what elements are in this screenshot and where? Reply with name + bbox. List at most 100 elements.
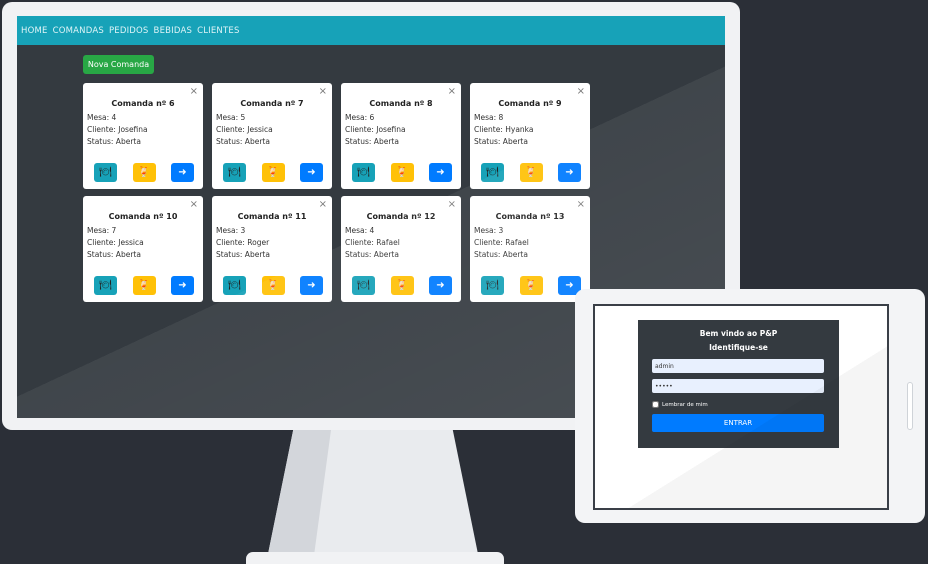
nova-comanda-button[interactable]: Nova Comanda [83,55,154,74]
comanda-title: Comanda nº 6 [111,99,175,108]
comanda-grid: × Comanda nº 6 Mesa: 4 Cliente: Josefina… [83,83,590,302]
comanda-cliente: Cliente: Josefina [345,125,406,134]
open-comanda-button[interactable]: ➜ [171,276,194,295]
drink-order-button[interactable]: 🍹 [519,163,543,182]
comanda-mesa: Mesa: 8 [474,113,504,122]
forward-arrow-icon: ➜ [178,167,187,178]
food-icon: 🍽 [357,280,370,291]
comanda-card: × Comanda nº 6 Mesa: 4 Cliente: Josefina… [83,83,203,189]
drink-order-button[interactable]: 🍹 [261,276,285,295]
comanda-mesa: Mesa: 7 [87,226,117,235]
comanda-title: Comanda nº 9 [498,99,562,108]
comanda-card: × Comanda nº 12 Mesa: 4 Cliente: Rafael … [341,196,461,302]
comanda-title: Comanda nº 8 [369,99,433,108]
remember-me[interactable]: Lembrar de mim [652,401,825,408]
login-panel: Bem vindo ao P&P Identifique-se Lembrar … [638,320,839,448]
food-icon: 🍽 [486,280,499,291]
open-comanda-button[interactable]: ➜ [171,163,194,182]
comanda-cliente: Cliente: Jessica [216,125,273,134]
open-comanda-button[interactable]: ➜ [429,276,452,295]
close-icon[interactable]: × [319,199,327,210]
drink-icon: 🍹 [266,280,280,291]
comanda-title: Comanda nº 12 [366,212,436,221]
drink-order-button[interactable]: 🍹 [132,276,156,295]
food-order-button[interactable]: 🍽 [223,163,246,182]
open-comanda-button[interactable]: ➜ [300,276,323,295]
password-input[interactable] [652,379,824,393]
comanda-status: Status: Aberta [87,250,141,259]
nav-item-pedidos[interactable]: PEDIDOS [109,26,149,36]
food-order-button[interactable]: 🍽 [352,276,375,295]
comanda-card: × Comanda nº 11 Mesa: 3 Cliente: Roger S… [212,196,332,302]
forward-arrow-icon: ➜ [436,167,445,178]
drink-order-button[interactable]: 🍹 [390,163,414,182]
comanda-status: Status: Aberta [216,250,270,259]
comanda-title: Comanda nº 13 [495,212,565,221]
comanda-cliente: Cliente: Rafael [345,238,400,247]
username-input[interactable] [652,359,824,373]
forward-arrow-icon: ➜ [307,167,316,178]
navbar: HOME COMANDAS PEDIDOS BEBIDAS CLIENTES [17,16,725,45]
drink-order-button[interactable]: 🍹 [132,163,156,182]
comanda-cliente: Cliente: Rafael [474,238,529,247]
comanda-card: × Comanda nº 7 Mesa: 5 Cliente: Jessica … [212,83,332,189]
nav-item-bebidas[interactable]: BEBIDAS [154,26,193,36]
food-icon: 🍽 [486,167,499,178]
comanda-title: Comanda nº 7 [240,99,304,108]
drink-icon: 🍹 [137,280,151,291]
drink-order-button[interactable]: 🍹 [390,276,414,295]
tablet-home-button [907,382,913,430]
food-order-button[interactable]: 🍽 [352,163,375,182]
forward-arrow-icon: ➜ [307,280,316,291]
comanda-mesa: Mesa: 3 [474,226,504,235]
drink-icon: 🍹 [266,167,280,178]
close-icon[interactable]: × [577,86,585,97]
open-comanda-button[interactable]: ➜ [300,163,323,182]
forward-arrow-icon: ➜ [565,280,574,291]
close-icon[interactable]: × [190,86,198,97]
food-order-button[interactable]: 🍽 [94,276,117,295]
close-icon[interactable]: × [577,199,585,210]
drink-icon: 🍹 [137,167,151,178]
forward-arrow-icon: ➜ [436,280,445,291]
food-icon: 🍽 [228,167,241,178]
drink-order-button[interactable]: 🍹 [519,276,543,295]
open-comanda-button[interactable]: ➜ [429,163,452,182]
nav-item-home[interactable]: HOME [21,26,48,36]
food-icon: 🍽 [228,280,241,291]
close-icon[interactable]: × [448,199,456,210]
food-order-button[interactable]: 🍽 [481,276,504,295]
food-order-button[interactable]: 🍽 [223,276,246,295]
drink-icon: 🍹 [524,280,538,291]
comanda-status: Status: Aberta [345,250,399,259]
login-identify: Identifique-se [709,343,768,352]
drink-icon: 🍹 [395,167,409,178]
comanda-card: × Comanda nº 9 Mesa: 8 Cliente: Hyanka S… [470,83,590,189]
drink-icon: 🍹 [395,280,409,291]
comanda-cliente: Cliente: Hyanka [474,125,534,134]
comanda-mesa: Mesa: 3 [216,226,246,235]
drink-order-button[interactable]: 🍹 [261,163,285,182]
monitor-stand-base [246,552,504,564]
comanda-status: Status: Aberta [87,137,141,146]
close-icon[interactable]: × [190,199,198,210]
remember-label: Lembrar de mim [662,401,708,408]
comanda-status: Status: Aberta [474,250,528,259]
comanda-card: × Comanda nº 8 Mesa: 6 Cliente: Josefina… [341,83,461,189]
nav-item-comandas[interactable]: COMANDAS [53,26,104,36]
comanda-mesa: Mesa: 4 [87,113,117,122]
remember-checkbox[interactable] [652,401,659,408]
close-icon[interactable]: × [448,86,456,97]
nav-item-clientes[interactable]: CLIENTES [197,26,239,36]
comanda-status: Status: Aberta [216,137,270,146]
comanda-card: × Comanda nº 10 Mesa: 7 Cliente: Jessica… [83,196,203,302]
close-icon[interactable]: × [319,86,327,97]
comanda-cliente: Cliente: Josefina [87,125,148,134]
open-comanda-button[interactable]: ➜ [558,163,581,182]
food-order-button[interactable]: 🍽 [481,163,504,182]
forward-arrow-icon: ➜ [565,167,574,178]
food-icon: 🍽 [357,167,370,178]
login-submit-button[interactable]: ENTRAR [652,414,824,432]
food-order-button[interactable]: 🍽 [94,163,117,182]
comanda-card: × Comanda nº 13 Mesa: 3 Cliente: Rafael … [470,196,590,302]
